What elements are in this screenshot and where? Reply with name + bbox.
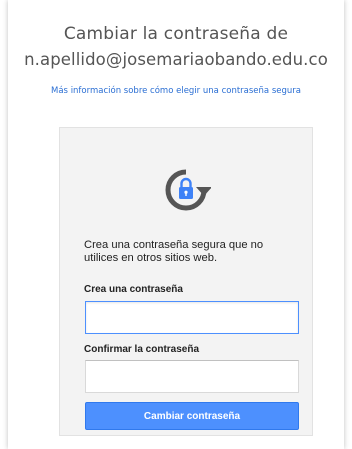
page-frame: Cambiar la contraseña de n.apellido@jose… [8,0,344,449]
change-password-card: Crea una contraseña segura que no utilic… [59,127,313,436]
confirm-password-input[interactable] [85,360,299,393]
new-password-input[interactable] [85,301,299,334]
new-password-label: Crea una contraseña [84,284,183,295]
password-help-link[interactable]: Más información sobre cómo elegir una co… [38,85,314,97]
confirm-password-label: Confirmar la contraseña [84,344,200,355]
lock-refresh-icon [161,165,212,215]
password-guidance-text: Crea una contraseña segura que no utilic… [84,239,264,264]
page-title: Cambiar la contraseña de [63,24,289,44]
account-email: n.apellido@josemariaobando.edu.co [24,50,328,69]
change-password-button[interactable]: Cambiar contraseña [85,402,299,430]
